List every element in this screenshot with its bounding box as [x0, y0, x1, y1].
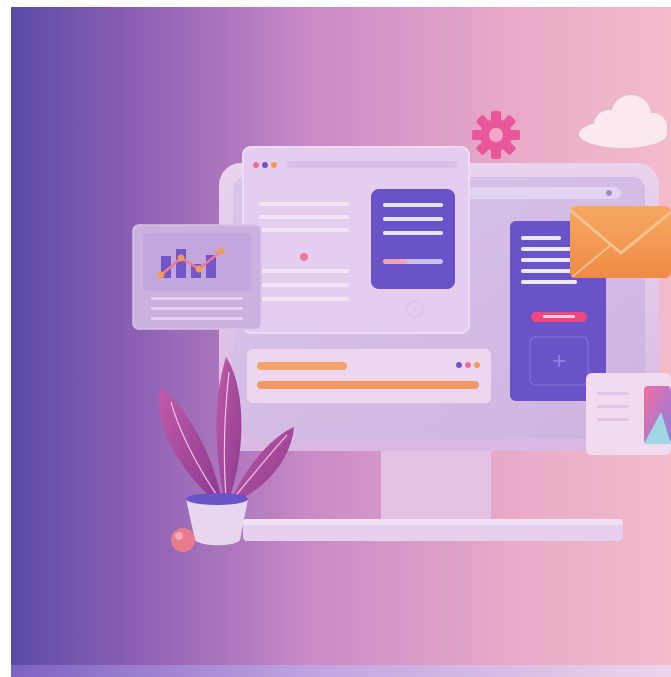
- envelope-icon: [569, 206, 671, 278]
- text-card: [371, 189, 455, 289]
- progress-card: [247, 349, 491, 403]
- gear-icon: [472, 111, 520, 159]
- photo-card-icon: [586, 373, 671, 455]
- hero-illustration: [11, 7, 671, 665]
- bottom-strip: [11, 665, 671, 677]
- chart-card-icon: [132, 224, 262, 330]
- illustration-canvas: [11, 7, 671, 665]
